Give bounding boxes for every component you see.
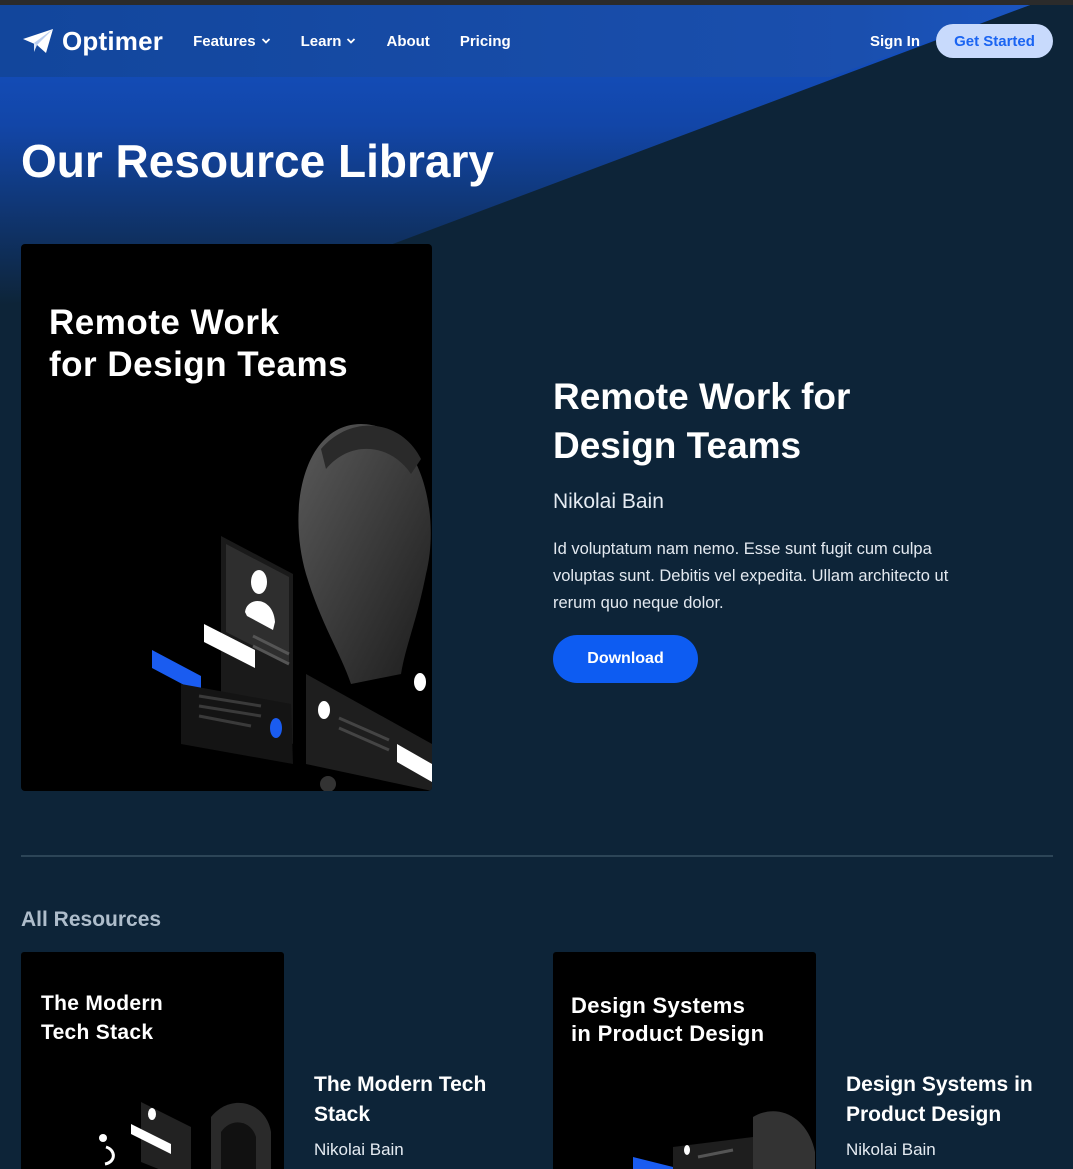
all-resources-heading: All Resources <box>21 908 162 931</box>
featured-resource-info: Remote Work for Design Teams Nikolai Bai… <box>553 372 973 683</box>
page-title: Our Resource Library <box>21 135 494 187</box>
nav-actions: Sign In Get Started <box>870 24 1053 58</box>
cover-illustration <box>633 1111 815 1169</box>
card-title[interactable]: Design Systems in Product Design <box>846 1070 1066 1130</box>
nav-label: Features <box>193 32 256 50</box>
nav-label: Pricing <box>459 32 511 50</box>
nav-label: Learn <box>300 32 342 50</box>
nav-item-learn[interactable]: Learn <box>301 33 357 50</box>
cover-illustration <box>152 424 432 791</box>
featured-author: Nikolai Bain <box>553 490 664 513</box>
cover-illustration <box>99 1102 271 1169</box>
nav-item-features[interactable]: Features <box>193 33 271 50</box>
get-started-button[interactable]: Get Started <box>936 24 1053 58</box>
paper-plane-icon <box>23 29 53 53</box>
brand-name: Optimer <box>62 25 164 56</box>
featured-description: Id voluptatum nam nemo. Esse sunt fugit … <box>553 540 949 612</box>
nav-item-pricing[interactable]: Pricing <box>460 33 511 50</box>
brand-logo[interactable]: Optimer <box>22 26 163 57</box>
card-author: Nikolai Bain <box>846 1140 936 1159</box>
nav-item-about[interactable]: About <box>386 33 429 50</box>
sign-in-link[interactable]: Sign In <box>870 33 920 50</box>
card-author: Nikolai Bain <box>314 1140 404 1159</box>
featured-cover-image[interactable]: Remote Work for Design Teams <box>21 244 432 791</box>
chevron-down-icon <box>347 38 356 44</box>
section-divider <box>21 855 1053 857</box>
resource-card-cover[interactable]: Design Systems in Product Design <box>553 952 816 1169</box>
resource-card-info: The Modern Tech Stack Nikolai Bain <box>314 1070 534 1160</box>
site-header: Optimer Features Learn About Pricing Sig… <box>0 5 1073 77</box>
main-nav: Features Learn About Pricing <box>193 33 511 50</box>
card-title[interactable]: The Modern Tech Stack <box>314 1070 534 1130</box>
resource-card-cover[interactable]: The Modern Tech Stack <box>21 952 284 1169</box>
chevron-down-icon <box>261 38 270 44</box>
nav-label: About <box>386 32 430 50</box>
featured-title: Remote Work for Design Teams <box>553 376 851 466</box>
resource-card-info: Design Systems in Product Design Nikolai… <box>846 1070 1066 1160</box>
download-button[interactable]: Download <box>553 635 698 683</box>
